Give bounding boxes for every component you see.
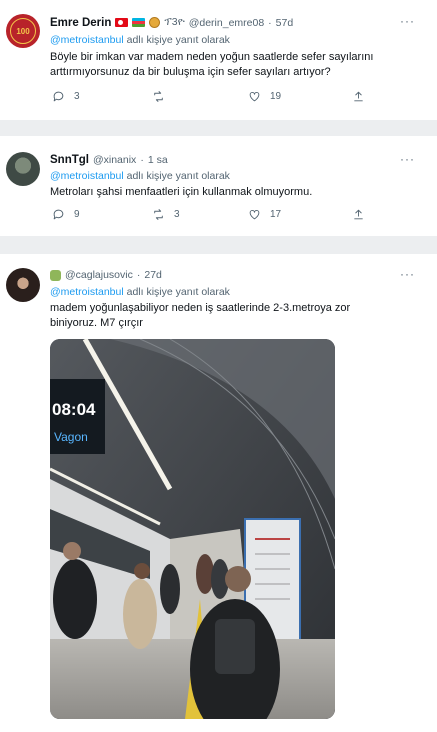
timestamp[interactable]: 27d: [144, 269, 162, 281]
handle[interactable]: @caglajusovic: [65, 269, 133, 281]
share-icon: [354, 209, 363, 220]
share-button[interactable]: [352, 90, 365, 103]
separator: [0, 120, 437, 136]
handle[interactable]: @derin_emre08: [189, 17, 264, 29]
reply-icon: [53, 91, 64, 102]
mention-link[interactable]: @metroistanbul: [50, 34, 124, 46]
timestamp[interactable]: 1 sa: [148, 154, 168, 166]
tweet-text: madem yoğunlaşabiliyor neden iş saatleri…: [50, 302, 351, 329]
lion-emoji-icon: [149, 17, 161, 28]
bird-emoji-icon: [50, 269, 61, 281]
timestamp[interactable]: 57d: [276, 17, 294, 29]
turkey-flag-icon: [115, 18, 129, 27]
retweet-count: 3: [174, 209, 180, 220]
reply-context: @metroistanbul adlı kişiye yanıt olarak: [50, 34, 230, 46]
share-button[interactable]: [352, 208, 365, 221]
display-name[interactable]: Emre Derin: [50, 17, 111, 29]
like-button[interactable]: 17: [248, 208, 352, 221]
reply-button[interactable]: 3: [52, 90, 152, 103]
retweet-button[interactable]: 3: [152, 208, 248, 221]
retweet-icon: [154, 209, 163, 220]
like-count: 19: [270, 91, 282, 102]
display-label: Vagon: [54, 430, 88, 444]
mention-link[interactable]: @metroistanbul: [50, 170, 124, 182]
retweet-icon: [154, 91, 163, 102]
azerbaijan-flag-icon: [132, 18, 146, 27]
avatar[interactable]: [6, 268, 40, 302]
tweet-2[interactable]: SnnTgl @xinanix · 1 sa ··· @metroistanbu…: [0, 136, 437, 236]
display-time: 08:04: [52, 400, 96, 419]
avatar[interactable]: [6, 152, 40, 186]
like-button[interactable]: 19: [248, 90, 352, 103]
display-name[interactable]: SnnTgl: [50, 154, 89, 166]
tweet-text: Metroları şahsi menfaatleri için kullanm…: [50, 186, 313, 198]
avatar-logo-text: 100: [16, 26, 30, 36]
reply-count: 9: [74, 209, 80, 220]
mention-link[interactable]: @metroistanbul: [50, 286, 124, 298]
tweet-1[interactable]: 100 Emre Derin ፕ3ዮ @derin_emre08 · 57d ·…: [0, 0, 437, 120]
reply-icon: [53, 209, 64, 220]
reply-count: 3: [74, 91, 80, 102]
retweet-button[interactable]: [152, 90, 248, 103]
more-dots-icon[interactable]: ···: [400, 14, 415, 28]
more-dots-icon[interactable]: ···: [400, 152, 415, 166]
more-dots-icon[interactable]: ···: [400, 267, 415, 281]
heart-icon: [249, 209, 260, 220]
tweet-text: Böyle bir imkan var madem neden yoğun sa…: [50, 51, 374, 78]
separator: [0, 236, 437, 254]
heart-icon: [249, 91, 260, 102]
reply-button[interactable]: 9: [52, 208, 152, 221]
reply-context: @metroistanbul adlı kişiye yanıt olarak: [50, 286, 230, 298]
tweet-photo[interactable]: 08:04 Vagon: [50, 339, 335, 719]
metro-platform-image: 08:04 Vagon: [50, 339, 335, 719]
handle[interactable]: @xinanix: [93, 154, 136, 166]
like-count: 17: [270, 209, 282, 220]
reply-context: @metroistanbul adlı kişiye yanıt olarak: [50, 170, 230, 182]
extra-name: ፕ3ዮ: [164, 16, 185, 28]
avatar[interactable]: 100: [6, 14, 40, 48]
share-icon: [354, 91, 363, 102]
